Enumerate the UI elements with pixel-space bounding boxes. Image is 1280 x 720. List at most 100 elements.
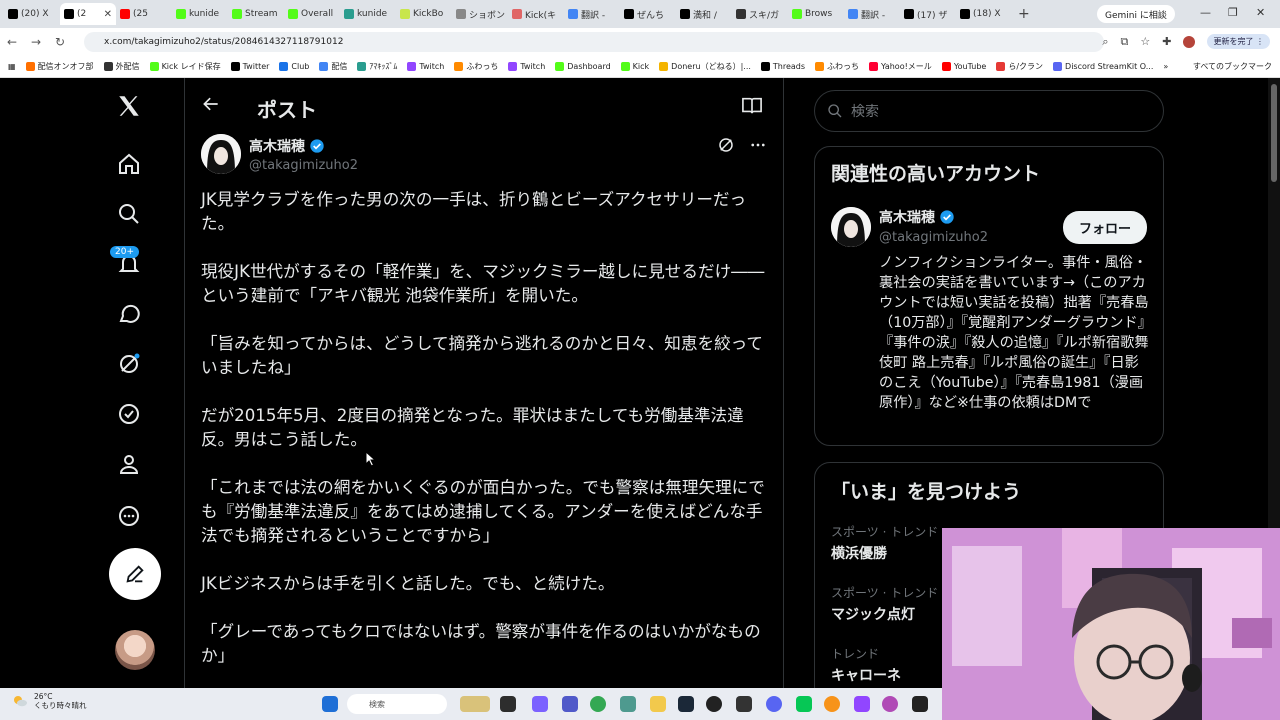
bookmark-item[interactable]: Kick (620, 61, 649, 72)
weather-widget[interactable]: 26°C くもり時々晴れ (12, 692, 87, 710)
more-options-icon[interactable] (749, 136, 767, 158)
task-view-icon[interactable] (500, 696, 516, 712)
app-icon[interactable] (736, 696, 752, 712)
all-bookmarks[interactable]: すべてのブックマーク (1193, 61, 1272, 72)
bookmark-item[interactable]: Club (279, 61, 309, 72)
browser-tab[interactable]: ショボン (452, 3, 508, 25)
bookmark-star-icon[interactable]: ☆ (1140, 35, 1150, 48)
reader-mode-icon[interactable] (741, 96, 763, 120)
back-icon[interactable]: ← (0, 35, 24, 49)
app-icon[interactable] (824, 696, 840, 712)
teams-icon[interactable] (562, 696, 578, 712)
search-input[interactable]: 検索 (814, 90, 1164, 132)
trend-item[interactable]: スポーツ · トレンド 横浜優勝 (831, 523, 938, 563)
bookmark-item[interactable]: ら/クラン (996, 61, 1043, 72)
scrollbar-thumb[interactable] (1271, 84, 1277, 182)
trend-item[interactable]: トレンド キャローネ (831, 645, 901, 685)
widget-image-icon[interactable] (460, 696, 490, 712)
browser-tab[interactable]: (20) X (4, 3, 60, 25)
grok-icon[interactable] (115, 300, 143, 328)
bookmarks-more[interactable]: » (1163, 62, 1168, 71)
taskbar-search[interactable]: 検索 (347, 694, 447, 714)
extensions-icon[interactable]: ✚ (1162, 35, 1171, 48)
windows-start-icon[interactable] (322, 696, 338, 712)
bookmark-item[interactable]: Doneru（どねる）|... (659, 61, 751, 72)
chrome-icon[interactable] (590, 696, 606, 712)
gemini-button[interactable]: Gemini に相談 (1097, 5, 1175, 23)
bookmark-item[interactable]: Twitch (407, 61, 444, 72)
line-icon[interactable] (796, 696, 812, 712)
grok-explain-icon[interactable] (717, 136, 735, 158)
app-icon[interactable] (882, 696, 898, 712)
related-account-handle[interactable]: @takagimizuho2 (879, 230, 988, 245)
bookmark-item[interactable]: Discord StreamKit O... (1053, 61, 1153, 72)
maximize-icon[interactable]: ❐ (1228, 6, 1238, 19)
steam-icon[interactable] (678, 696, 694, 712)
browser-tab[interactable]: kunide (340, 3, 396, 25)
browser-tab[interactable]: Stream (228, 3, 284, 25)
zoom-icon[interactable]: ⌕ (1102, 35, 1108, 49)
author-avatar[interactable] (201, 134, 241, 174)
account-avatar[interactable] (115, 630, 155, 670)
related-account-name[interactable]: 高木瑞穂 (879, 207, 955, 227)
forward-icon[interactable]: → (24, 35, 48, 49)
obs-icon[interactable] (706, 696, 722, 712)
bookmark-item[interactable]: 配信 (319, 61, 347, 72)
reload-icon[interactable]: ↻ (48, 35, 72, 49)
url-field[interactable]: x.com/takagimizuho2/status/2084614327118… (84, 32, 1104, 52)
discord-icon[interactable] (766, 696, 782, 712)
profile-icon[interactable] (115, 450, 143, 478)
browser-tab[interactable]: (17) ザ (900, 3, 956, 25)
browser-tab[interactable]: 翻訳 - (844, 3, 900, 25)
bookmark-item[interactable]: YouTube (941, 61, 986, 72)
apps-grid-icon[interactable]: ▦ (8, 62, 16, 71)
home-icon[interactable] (115, 150, 143, 178)
related-account-avatar[interactable] (831, 207, 871, 247)
browser-tab[interactable]: Overall (284, 3, 340, 25)
browser-tab[interactable]: (18) X (956, 3, 1012, 25)
communities-icon[interactable] (115, 350, 143, 378)
new-tab-button[interactable]: + (1018, 6, 1030, 22)
search-icon[interactable] (115, 200, 143, 228)
browser-tab[interactable]: kunide (172, 3, 228, 25)
follow-button[interactable]: フォロー (1062, 211, 1147, 244)
author-name[interactable]: 高木瑞穂 (249, 136, 325, 156)
premium-icon[interactable] (115, 400, 143, 428)
bookmark-item[interactable]: Kick レイド保存 (149, 61, 221, 72)
minimize-icon[interactable]: — (1200, 6, 1211, 19)
copilot-icon[interactable] (532, 696, 548, 712)
bookmark-item[interactable]: 配信オンオフ部 (25, 61, 94, 72)
browser-tab[interactable]: KickBo (396, 3, 452, 25)
update-button[interactable]: 更新を完了 ⋮ (1207, 34, 1270, 49)
bookmark-item[interactable]: ｱﾏｷｯｽﾞﾑ (357, 61, 397, 72)
x-logo-icon[interactable] (115, 92, 143, 120)
bookmark-item[interactable]: ふわっち (815, 61, 859, 72)
trend-item[interactable]: スポーツ · トレンド マジック点灯 (831, 584, 938, 624)
browser-tab[interactable]: (2 ✕ (60, 3, 116, 25)
browser-tab[interactable]: Kick(キ (508, 3, 564, 25)
cast-icon[interactable]: ⧉ (1121, 35, 1129, 49)
browser-tab[interactable]: Brows (788, 3, 844, 25)
terminal-icon[interactable] (912, 696, 928, 712)
more-icon[interactable] (115, 502, 143, 530)
bookmark-item[interactable]: Dashboard (555, 61, 611, 72)
bookmark-item[interactable]: Twitter (230, 61, 269, 72)
bookmark-item[interactable]: ふわっち (454, 61, 498, 72)
app-icon[interactable] (620, 696, 636, 712)
close-tab-icon[interactable]: ✕ (104, 9, 112, 20)
bookmark-item[interactable]: Twitch (508, 61, 545, 72)
author-handle[interactable]: @takagimizuho2 (249, 158, 358, 173)
browser-tab[interactable]: (25 (116, 3, 172, 25)
twitch-icon[interactable] (854, 696, 870, 712)
browser-tab[interactable]: ぜんち (620, 3, 676, 25)
profile-avatar[interactable] (1183, 35, 1196, 48)
bookmark-item[interactable]: Yahoo!メール (869, 61, 932, 72)
browser-tab[interactable]: 翻訳 - (564, 3, 620, 25)
browser-tab[interactable]: 満和 / (676, 3, 732, 25)
back-arrow-icon[interactable] (201, 94, 221, 118)
bookmark-item[interactable]: 外配信 (103, 61, 140, 72)
browser-tab[interactable]: スキ/ガ (732, 3, 788, 25)
compose-post-button[interactable] (109, 548, 161, 600)
file-explorer-icon[interactable] (650, 696, 666, 712)
bookmark-item[interactable]: Threads (760, 61, 805, 72)
